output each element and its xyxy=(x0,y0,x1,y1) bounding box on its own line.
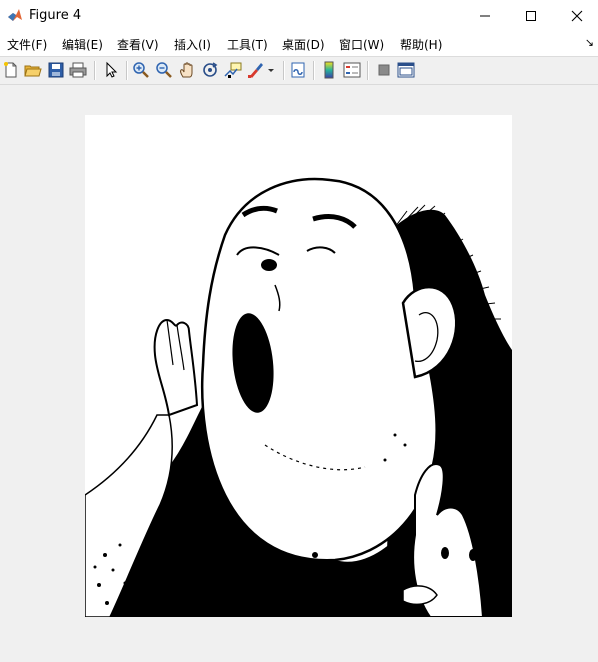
zoom-out-icon[interactable] xyxy=(155,61,173,79)
toolbar-separator xyxy=(313,61,315,80)
zoom-in-icon[interactable] xyxy=(132,61,150,79)
data-cursor-icon[interactable] xyxy=(224,61,242,79)
print-icon[interactable] xyxy=(69,61,87,79)
pan-hand-icon[interactable] xyxy=(178,61,196,79)
menu-tools[interactable]: 工具(T) xyxy=(227,36,268,53)
maximize-button[interactable] xyxy=(508,0,554,31)
toolbar-separator xyxy=(126,61,128,80)
show-plot-tools-icon[interactable] xyxy=(397,61,415,79)
chevron-right-icon[interactable]: ↘ xyxy=(585,36,594,49)
chevron-down-icon[interactable] xyxy=(266,61,276,79)
open-file-icon[interactable] xyxy=(24,61,42,79)
select-arrow-icon[interactable] xyxy=(102,61,120,79)
menu-file[interactable]: 文件(F) xyxy=(7,36,47,53)
rotate-3d-icon[interactable] xyxy=(201,61,219,79)
menu-desktop[interactable]: 桌面(D) xyxy=(282,36,325,53)
menu-insert[interactable]: 插入(I) xyxy=(174,36,211,53)
window-title: Figure 4 xyxy=(29,8,82,23)
image-axes[interactable] xyxy=(85,115,512,617)
toolbar-separator xyxy=(283,61,285,80)
hide-plot-tools-icon[interactable] xyxy=(375,61,393,79)
brush-icon[interactable] xyxy=(247,61,265,79)
close-icon xyxy=(571,10,583,21)
title-bar: Figure 4 xyxy=(0,0,598,31)
matlab-icon xyxy=(8,9,22,21)
legend-icon[interactable] xyxy=(343,61,361,79)
link-plot-icon[interactable] xyxy=(289,61,307,79)
minimize-icon xyxy=(480,15,490,16)
toolbar-separator xyxy=(94,61,96,80)
toolbar-separator xyxy=(367,61,369,80)
menu-view[interactable]: 查看(V) xyxy=(117,36,159,53)
binary-image xyxy=(85,115,512,617)
menu-help[interactable]: 帮助(H) xyxy=(400,36,442,53)
close-button[interactable] xyxy=(554,0,598,31)
save-icon[interactable] xyxy=(47,61,65,79)
menu-edit[interactable]: 编辑(E) xyxy=(62,36,103,53)
colorbar-icon[interactable] xyxy=(320,61,338,79)
new-figure-icon[interactable] xyxy=(2,61,20,79)
toolbar xyxy=(0,57,598,85)
maximize-icon xyxy=(526,10,536,21)
menu-bar: 文件(F) 编辑(E) 查看(V) 插入(I) 工具(T) 桌面(D) 窗口(W… xyxy=(0,31,598,57)
minimize-button[interactable] xyxy=(462,0,508,31)
menu-window[interactable]: 窗口(W) xyxy=(339,36,384,53)
